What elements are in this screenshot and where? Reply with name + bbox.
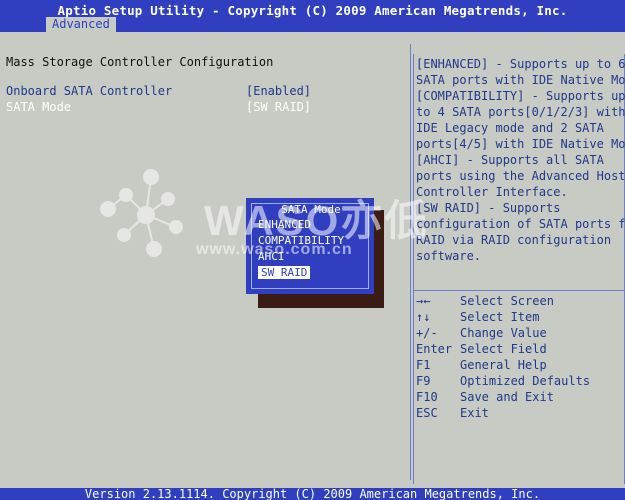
popup-option-ahci[interactable]: AHCI	[258, 250, 285, 263]
key-desc: General Help	[460, 358, 547, 372]
popup-option-compatibility[interactable]: COMPATIBILITY	[258, 234, 344, 247]
app-title: Aptio Setup Utility - Copyright (C) 2009…	[57, 3, 568, 18]
key-row-select-item: ↑↓ Select Item	[416, 309, 590, 325]
key-legend: →← Select Screen ↑↓ Select Item +/- Change …	[416, 293, 590, 421]
key-desc: Select Screen	[460, 294, 554, 308]
key-desc: Exit	[460, 406, 489, 420]
key-row-general-help: F1 General Help	[416, 357, 590, 373]
key-name: F1	[416, 358, 431, 372]
key-row-change-value: +/- Change Value	[416, 325, 590, 341]
section-title: Mass Storage Controller Configuration	[6, 55, 274, 69]
key-name: ESC	[416, 406, 438, 420]
key-desc: Select Item	[460, 310, 540, 324]
popup-option-enhanced[interactable]: ENHANCED	[258, 218, 311, 231]
key-row-select-screen: →← Select Screen	[416, 293, 590, 309]
popup-option-sw-raid[interactable]: SW RAID	[258, 266, 311, 279]
sata-mode-popup: SATA Mode ENHANCED COMPATIBILITY AHCI SW…	[246, 198, 374, 294]
key-desc: Select Field	[460, 342, 547, 356]
help-divider	[414, 290, 624, 291]
key-name: +/-	[416, 326, 438, 340]
key-desc: Change Value	[460, 326, 547, 340]
key-row-save-exit: F10 Save and Exit	[416, 389, 590, 405]
key-name: Enter	[416, 342, 453, 356]
help-panel: [ENHANCED] - Supports up to 6 SATA ports…	[413, 54, 625, 484]
tab-advanced[interactable]: Advanced	[46, 17, 116, 32]
key-name: →←	[416, 294, 431, 308]
popup-frame: SATA Mode ENHANCED COMPATIBILITY AHCI SW…	[251, 203, 369, 289]
footer-version: Version 2.13.1114. Copyright (C) 2009 Am…	[84, 488, 541, 500]
key-name: F9	[416, 374, 431, 388]
key-row-exit: ESC Exit	[416, 405, 590, 421]
key-desc: Save and Exit	[460, 390, 554, 404]
key-row-select-field: Enter Select Field	[416, 341, 590, 357]
title-bar: Aptio Setup Utility - Copyright (C) 2009…	[0, 0, 625, 32]
popup-title: SATA Mode	[281, 203, 341, 216]
setting-label: SATA Mode	[6, 100, 72, 114]
help-text: [ENHANCED] - Supports up to 6 SATA ports…	[416, 57, 625, 263]
setting-value[interactable]: [Enabled]	[246, 84, 311, 98]
key-row-optimized-defaults: F9 Optimized Defaults	[416, 373, 590, 389]
key-name: ↑↓	[416, 310, 431, 324]
key-name: F10	[416, 390, 438, 404]
setting-label: Onboard SATA Controller	[6, 84, 173, 98]
key-desc: Optimized Defaults	[460, 374, 591, 388]
footer-bar: Version 2.13.1114. Copyright (C) 2009 Am…	[0, 488, 625, 500]
setting-value[interactable]: [SW RAID]	[246, 100, 311, 114]
